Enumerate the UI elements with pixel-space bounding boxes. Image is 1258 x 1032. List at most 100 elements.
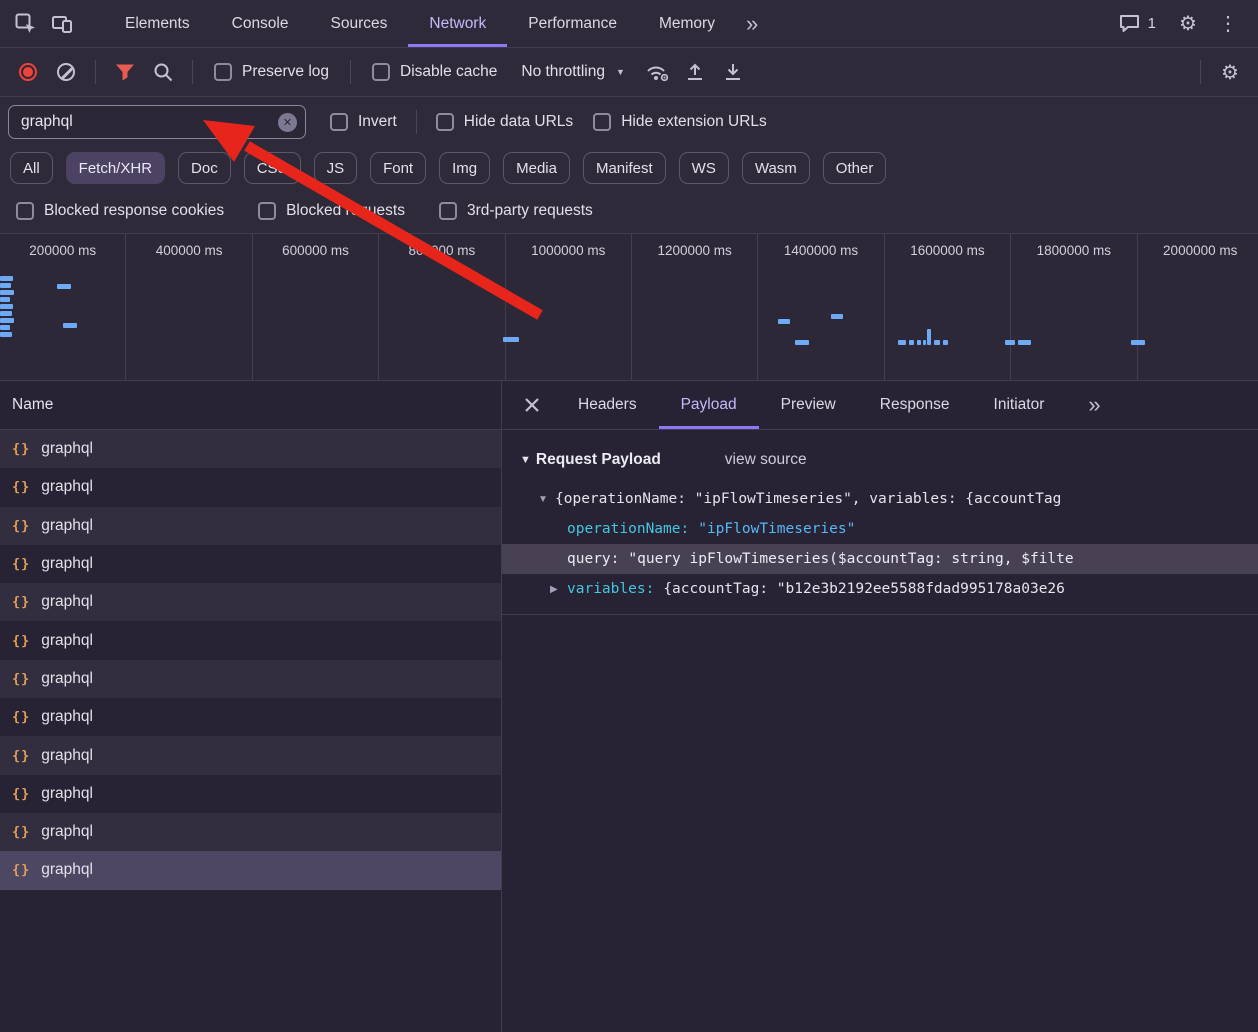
braces-icon: {} <box>12 441 30 457</box>
preserve-log-checkbox[interactable]: Preserve log <box>204 63 339 81</box>
resource-type-chip[interactable]: Doc <box>178 152 231 184</box>
hide-extension-urls-checkbox[interactable]: Hide extension URLs <box>583 113 777 131</box>
more-detail-tabs-icon[interactable]: » <box>1078 394 1110 416</box>
payload-property-row[interactable]: query: "query ipFlowTimeseries($accountT… <box>502 544 1258 574</box>
request-row[interactable]: {} graphql <box>0 468 501 506</box>
chip-label: Other <box>836 160 874 177</box>
timeline-bars <box>0 234 1258 380</box>
chip-label: Wasm <box>755 160 797 177</box>
search-icon[interactable] <box>145 54 181 90</box>
resource-type-chip[interactable]: Manifest <box>583 152 666 184</box>
network-filter-input[interactable] <box>19 112 278 132</box>
blocked-filter-label: 3rd-party requests <box>467 202 593 220</box>
chip-label: Fetch/XHR <box>79 160 152 177</box>
request-row[interactable]: {} graphql <box>0 775 501 813</box>
throttling-select[interactable]: No throttling ▼ <box>509 63 637 81</box>
waterfall-bar <box>943 340 948 345</box>
settings-gear-icon[interactable]: ⚙ <box>1170 6 1206 42</box>
braces-icon: {} <box>12 862 30 878</box>
close-detail-icon[interactable] <box>512 387 552 423</box>
device-toolbar-icon[interactable] <box>44 6 80 42</box>
message-count-badge: 1 <box>1148 15 1156 32</box>
request-row[interactable]: {} graphql <box>0 698 501 736</box>
resource-type-chip[interactable]: Img <box>439 152 490 184</box>
network-settings-gear-icon[interactable]: ⚙ <box>1212 54 1248 90</box>
request-row[interactable]: {} graphql <box>0 583 501 621</box>
blocked-filter-checkbox[interactable]: Blocked response cookies <box>6 202 234 220</box>
resource-type-chip[interactable]: Media <box>503 152 570 184</box>
request-name: graphql <box>41 517 93 535</box>
payload-preview-row[interactable]: ▼ {operationName: "ipFlowTimeseries", va… <box>502 484 1258 514</box>
request-row[interactable]: {} graphql <box>0 660 501 698</box>
resource-type-chip[interactable]: Font <box>370 152 426 184</box>
import-har-icon[interactable] <box>677 54 713 90</box>
payload-property-row[interactable]: ▶ variables: {accountTag: "b12e3b2192ee5… <box>502 574 1258 604</box>
view-source-link[interactable]: view source <box>725 451 807 469</box>
network-conditions-icon[interactable] <box>639 54 675 90</box>
waterfall-bar <box>778 319 790 324</box>
detail-tab[interactable]: Initiator <box>972 381 1067 429</box>
detail-tab[interactable]: Headers <box>556 381 659 429</box>
detail-tab[interactable]: Payload <box>659 381 759 429</box>
resource-type-chip[interactable]: CSS <box>244 152 301 184</box>
hide-data-urls-checkbox[interactable]: Hide data URLs <box>426 113 583 131</box>
request-row[interactable]: {} graphql <box>0 545 501 583</box>
export-har-icon[interactable] <box>715 54 751 90</box>
detail-tab[interactable]: Response <box>858 381 972 429</box>
panel-tab[interactable]: Console <box>211 0 310 47</box>
request-name: graphql <box>41 670 93 688</box>
request-row[interactable]: {} graphql <box>0 736 501 774</box>
resource-type-chip[interactable]: Fetch/XHR <box>66 152 165 184</box>
request-row[interactable]: {} graphql <box>0 621 501 659</box>
blocked-filter-checkbox[interactable]: Blocked requests <box>248 202 415 220</box>
request-name: graphql <box>41 555 93 573</box>
request-row[interactable]: {} graphql <box>0 813 501 851</box>
expand-icon[interactable]: ▶ <box>550 584 567 595</box>
record-network-log-button[interactable] <box>19 63 37 81</box>
waterfall-bar <box>909 340 914 345</box>
request-row[interactable]: {} graphql <box>0 851 501 889</box>
property-value: {accountTag: "b12e3b2192ee5588fdad995178… <box>663 581 1065 597</box>
resource-type-chip[interactable]: Other <box>823 152 887 184</box>
chip-label: Doc <box>191 160 218 177</box>
more-panels-icon[interactable]: » <box>736 13 768 35</box>
chip-label: All <box>23 160 40 177</box>
invert-filter-checkbox[interactable]: Invert <box>320 113 407 131</box>
inspect-element-icon[interactable] <box>8 6 44 42</box>
checkbox-box <box>436 113 454 131</box>
request-row[interactable]: {} graphql <box>0 430 501 468</box>
disable-cache-checkbox[interactable]: Disable cache <box>362 63 507 81</box>
waterfall-bar <box>917 340 921 345</box>
collapse-section-icon[interactable]: ▼ <box>520 454 531 466</box>
panel-tab[interactable]: Performance <box>507 0 638 47</box>
clear-filter-icon[interactable]: ✕ <box>278 113 297 132</box>
throttling-value: No throttling <box>521 63 605 81</box>
waterfall-bar <box>0 276 13 281</box>
request-name: graphql <box>41 632 93 650</box>
clear-network-log-icon[interactable] <box>57 63 75 81</box>
collapse-object-icon[interactable]: ▼ <box>538 494 555 505</box>
request-row[interactable]: {} graphql <box>0 507 501 545</box>
disable-cache-label: Disable cache <box>400 63 497 81</box>
filter-funnel-icon[interactable] <box>107 54 143 90</box>
resource-type-chip[interactable]: All <box>10 152 53 184</box>
panel-tab[interactable]: Sources <box>310 0 409 47</box>
panel-tab[interactable]: Network <box>408 0 507 47</box>
panel-tab[interactable]: Memory <box>638 0 736 47</box>
payload-property-row[interactable]: operationName: "ipFlowTimeseries" <box>502 514 1258 544</box>
detail-tab[interactable]: Preview <box>759 381 858 429</box>
resource-type-chip[interactable]: JS <box>314 152 358 184</box>
kebab-menu-icon[interactable]: ⋮ <box>1210 6 1246 42</box>
console-messages-button[interactable]: 1 <box>1109 14 1166 33</box>
resource-type-chip[interactable]: Wasm <box>742 152 810 184</box>
waterfall-bar <box>0 283 11 288</box>
blocked-filter-checkbox[interactable]: 3rd-party requests <box>429 202 603 220</box>
braces-icon: {} <box>12 824 30 840</box>
column-header-name[interactable]: Name <box>0 381 501 430</box>
waterfall-bar <box>63 323 77 328</box>
panel-tab[interactable]: Elements <box>104 0 211 47</box>
divider <box>416 110 417 134</box>
resource-type-chip[interactable]: WS <box>679 152 729 184</box>
network-overview-timeline[interactable]: 200000 ms 400000 ms 600000 ms 800000 ms … <box>0 234 1258 381</box>
network-content-split: Name {} graphql {} graphql {} graphql {}… <box>0 381 1258 1032</box>
